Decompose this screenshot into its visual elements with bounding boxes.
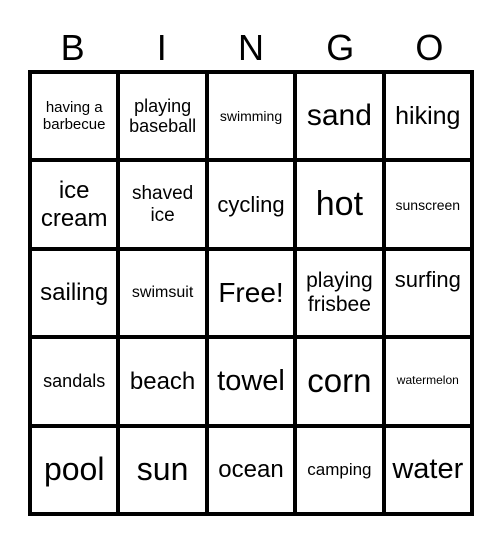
- bingo-cell[interactable]: playing frisbee: [295, 248, 384, 338]
- bingo-cell[interactable]: hot: [295, 160, 384, 249]
- bingo-cell[interactable]: cycling: [206, 160, 296, 249]
- header-letter-b: B: [60, 27, 85, 68]
- bingo-cell[interactable]: sunscreen: [383, 160, 472, 249]
- bingo-cell[interactable]: sandals: [30, 337, 119, 426]
- bingo-cell[interactable]: watermelon: [383, 337, 472, 426]
- bingo-cell[interactable]: sun: [118, 425, 207, 514]
- bingo-grid: having a barbecue playing baseball swimmin…: [28, 70, 474, 516]
- bingo-cell[interactable]: surfing: [383, 248, 472, 338]
- bingo-cell[interactable]: having a barbecue: [30, 72, 119, 161]
- bingo-header: B I N G O: [28, 26, 474, 70]
- bingo-cell[interactable]: sailing: [30, 248, 119, 338]
- bingo-cell[interactable]: camping: [295, 425, 384, 514]
- bingo-cell[interactable]: ocean: [206, 425, 296, 514]
- bingo-cell[interactable]: playing baseball: [118, 72, 207, 161]
- header-letter-g: G: [326, 27, 355, 68]
- bingo-cell[interactable]: corn: [295, 337, 384, 426]
- bingo-cell[interactable]: water: [383, 425, 472, 514]
- bingo-cell[interactable]: beach: [118, 337, 207, 426]
- header-letter-n: N: [238, 27, 264, 68]
- bingo-cell[interactable]: sand: [295, 72, 384, 161]
- bingo-cell[interactable]: hiking: [383, 72, 472, 161]
- bingo-cell[interactable]: swimsuit: [118, 248, 207, 338]
- bingo-cell[interactable]: swimming: [206, 72, 296, 161]
- free-space-cell[interactable]: Free!: [206, 248, 296, 338]
- bingo-cell[interactable]: shaved ice: [118, 160, 207, 249]
- bingo-cell[interactable]: towel: [206, 337, 296, 426]
- bingo-cell[interactable]: pool: [30, 425, 119, 514]
- header-letter-o: O: [415, 27, 444, 68]
- header-letter-i: I: [156, 27, 167, 68]
- bingo-cell[interactable]: ice cream: [30, 160, 119, 249]
